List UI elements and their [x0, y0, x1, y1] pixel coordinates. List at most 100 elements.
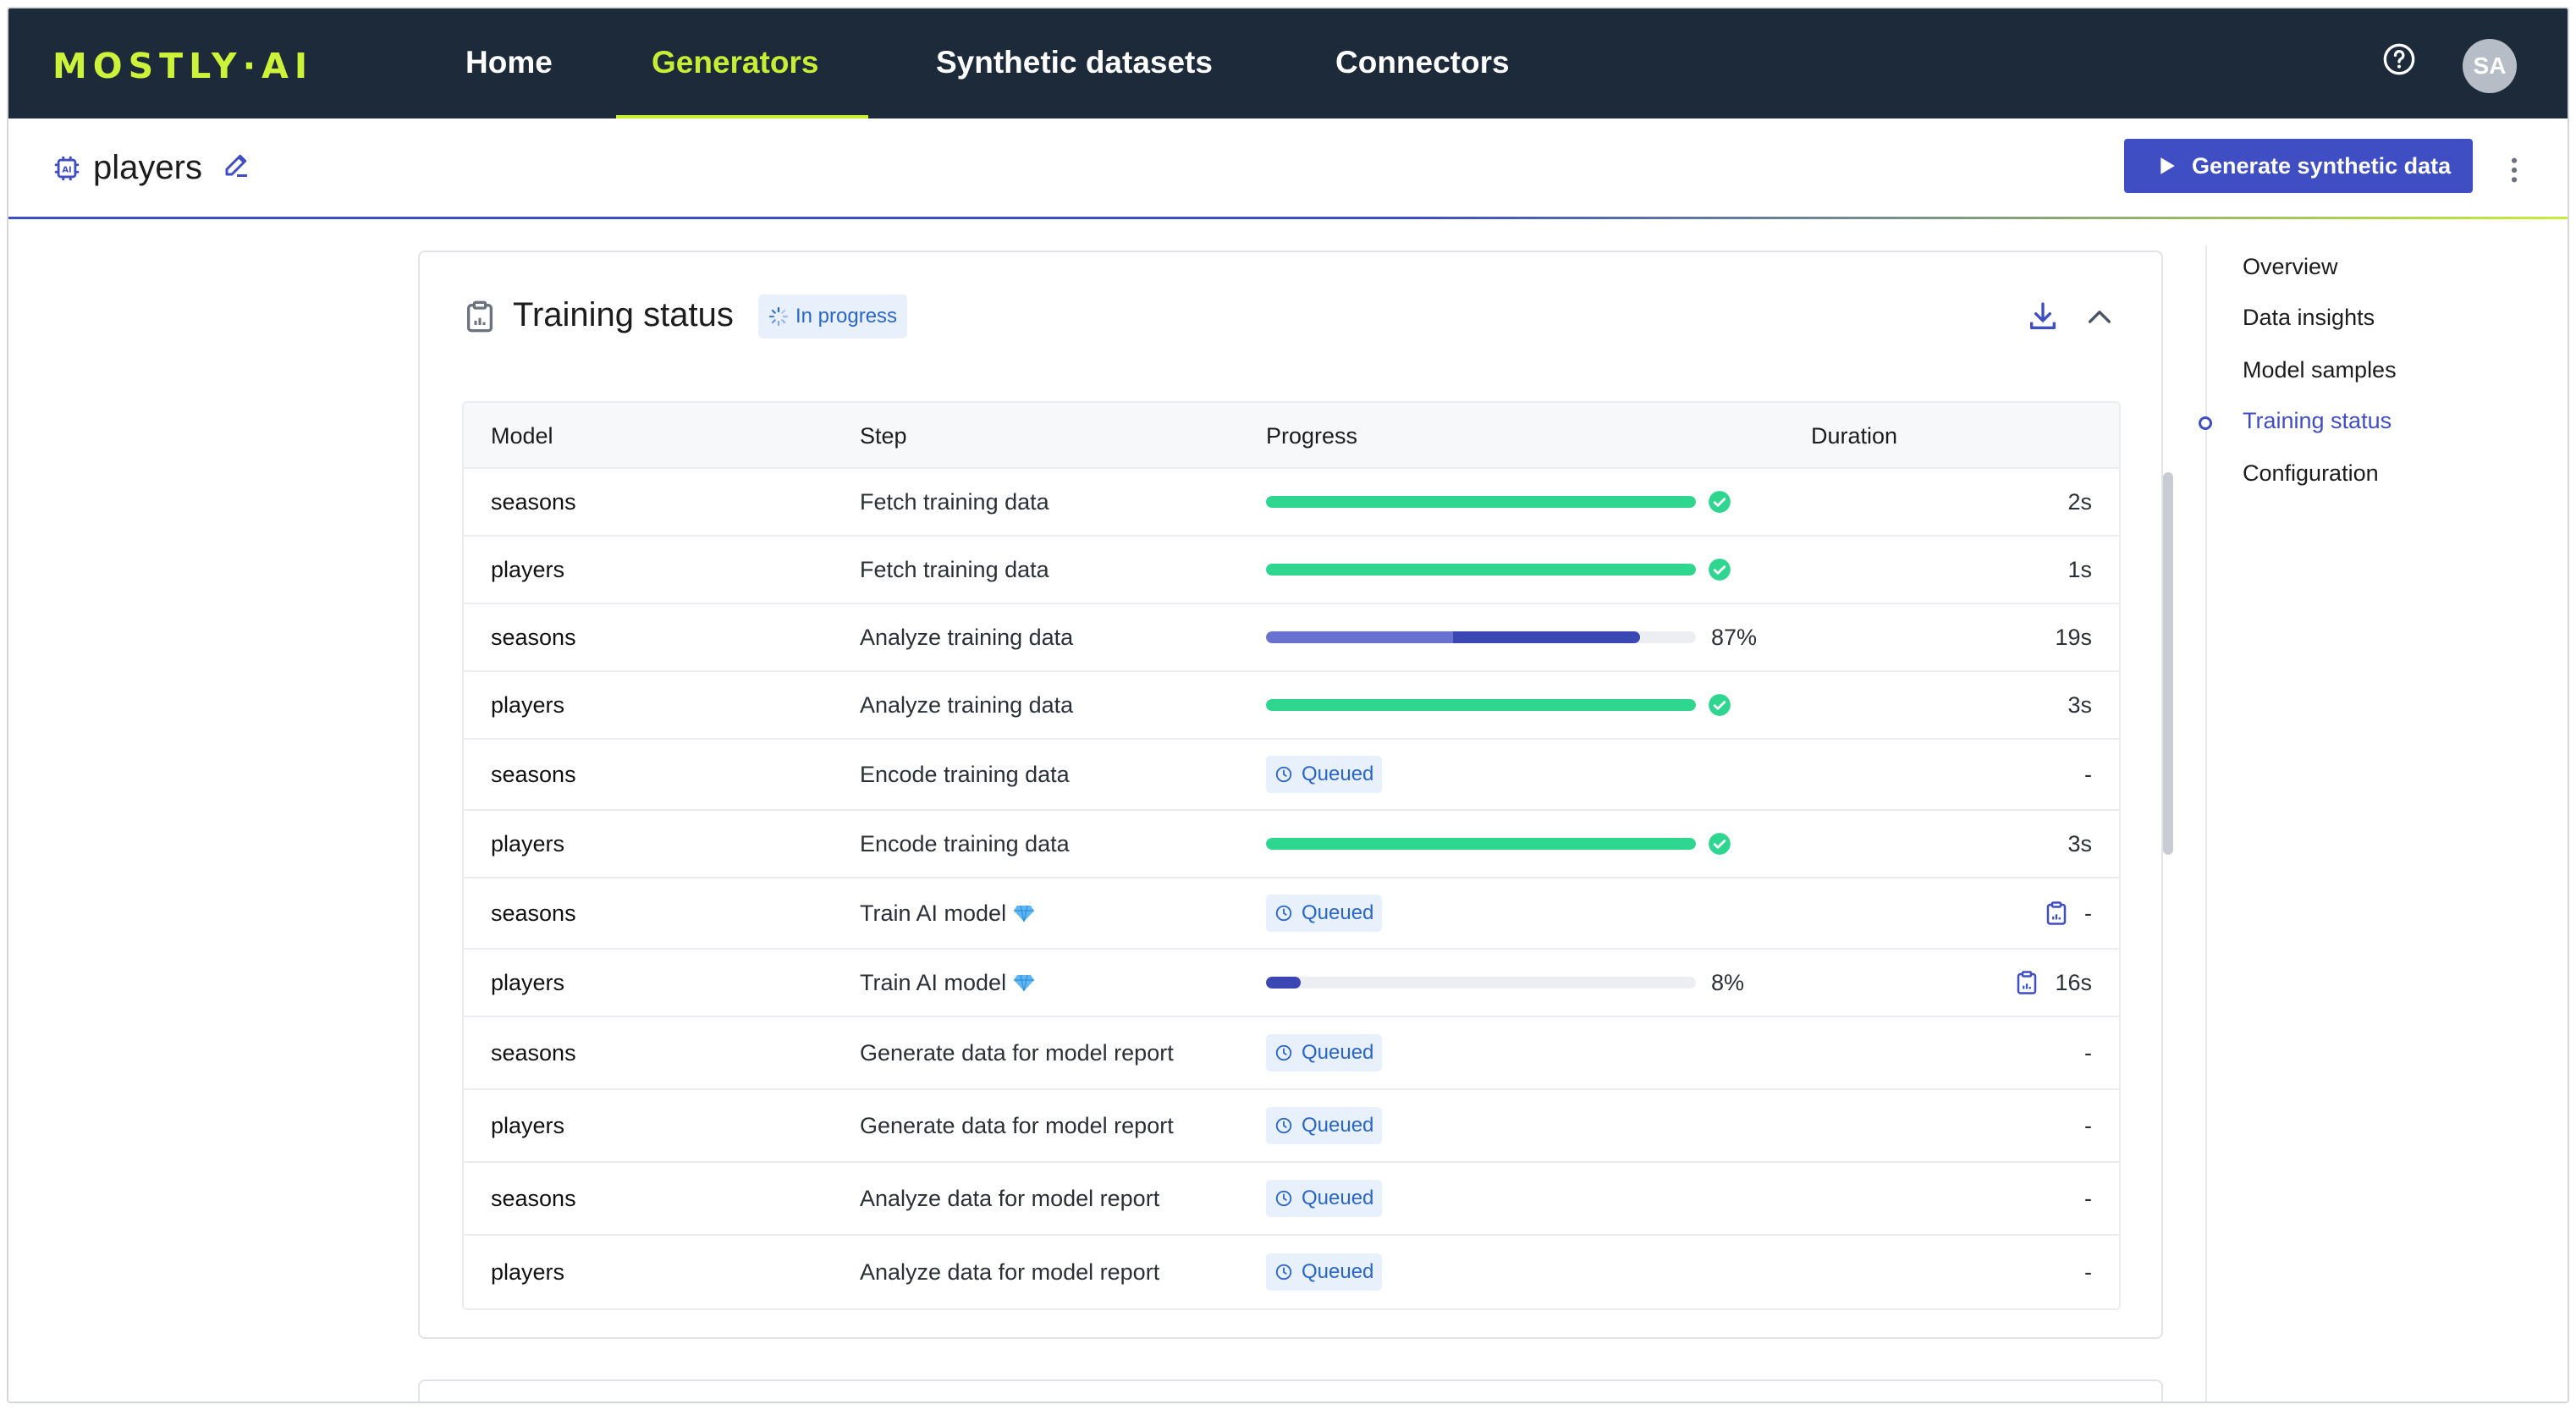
section-nav-model-samples[interactable]: Model samples [2243, 357, 2397, 383]
mostly-ai-logo[interactable]: MOSTLY·AI [52, 46, 313, 86]
step-name: Analyze data for model report [860, 1185, 1160, 1211]
progress-percent: 87% [1711, 624, 1758, 650]
generator-header: AI players Generate synthetic data [8, 118, 2568, 219]
step-name: Generate data for model report [860, 1112, 1174, 1138]
check-circle-icon [1709, 694, 1731, 716]
model-name: seasons [491, 1039, 576, 1066]
clock-icon [1275, 1117, 1292, 1134]
queued-badge: Queued [1266, 1253, 1383, 1291]
table-row: players Fetch training data 1s [464, 537, 2119, 604]
step-cell: Encode training data [860, 811, 1070, 877]
progress-bar-fill [1266, 977, 1301, 989]
duration-value: 3s [2067, 691, 2092, 718]
table-row: seasons Train AI model Queued - [464, 878, 2119, 950]
progress-bar-fill [1266, 496, 1696, 508]
column-header-step: Step [860, 423, 907, 449]
diamond-icon [1014, 974, 1035, 992]
more-options-icon[interactable] [2509, 156, 2519, 185]
model-name: seasons [491, 761, 576, 787]
clock-icon [1275, 1044, 1292, 1061]
step-name: Train AI model [860, 969, 1007, 995]
table-row: seasons Fetch training data 2s [464, 469, 2119, 537]
section-nav-training-status[interactable]: Training status [2243, 408, 2392, 434]
user-avatar[interactable]: SA [2463, 39, 2517, 93]
queued-badge: Queued [1266, 895, 1383, 932]
duration-value: - [2084, 1259, 2092, 1285]
duration-cell: 19s [2055, 604, 2092, 670]
progress-cell [1266, 672, 1731, 738]
table-row: players Train AI model 8% 16s [464, 950, 2119, 1017]
model-name: seasons [491, 1185, 576, 1211]
table-row: seasons Encode training data Queued - [464, 740, 2119, 811]
progress-cell: Queued [1266, 878, 1383, 948]
column-header-model: Model [491, 423, 553, 449]
step-cell: Fetch training data [860, 469, 1049, 535]
help-icon[interactable] [2382, 42, 2416, 76]
section-nav-configuration[interactable]: Configuration [2243, 460, 2379, 487]
header-divider [8, 217, 2568, 219]
column-header-progress: Progress [1266, 423, 1358, 449]
training-status-title: Training status [513, 296, 734, 333]
duration-cell: - [2084, 1017, 2092, 1088]
progress-cell [1266, 469, 1731, 535]
queued-badge: Queued [1266, 756, 1383, 793]
edit-icon[interactable] [222, 149, 252, 179]
model-name: players [491, 830, 565, 856]
section-nav-data-insights[interactable]: Data insights [2243, 305, 2375, 331]
table-row: seasons Analyze training data 87% 19s [464, 604, 2119, 672]
scrollbar[interactable] [2163, 472, 2173, 855]
model-name: players [491, 691, 565, 718]
queued-label: Queued [1302, 763, 1374, 785]
status-badge-label: In progress [795, 305, 898, 328]
check-circle-icon [1709, 491, 1731, 513]
training-status-table: Model Step Progress Duration seasons Fetc… [462, 401, 2121, 1310]
next-section-card [418, 1380, 2163, 1402]
step-cell: Train AI model [860, 878, 1035, 948]
progress-bar-fill [1266, 564, 1696, 576]
step-cell: Generate data for model report [860, 1090, 1174, 1161]
generate-synthetic-data-button[interactable]: Generate synthetic data [2124, 139, 2473, 193]
progress-bar-fill [1266, 699, 1696, 711]
nav-home[interactable]: Home [465, 8, 553, 118]
duration-value: - [2084, 761, 2092, 787]
section-nav-overview[interactable]: Overview [2243, 254, 2338, 280]
progress-cell: Queued [1266, 1163, 1383, 1234]
duration-cell: 3s [2067, 672, 2092, 738]
table-row: players Analyze data for model report Queu… [464, 1236, 2119, 1308]
step-name: Generate data for model report [860, 1039, 1174, 1066]
table-row: seasons Analyze data for model report Queu… [464, 1163, 2119, 1236]
chevron-up-icon[interactable] [2085, 303, 2114, 328]
ai-chip-icon: AI [54, 156, 80, 181]
download-icon[interactable] [2026, 300, 2060, 333]
step-name: Analyze training data [860, 624, 1074, 650]
clock-icon [1275, 766, 1292, 783]
duration-value: 19s [2055, 624, 2092, 650]
duration-cell: - [2045, 878, 2092, 948]
spinner-icon [768, 306, 789, 327]
progress-percent: 8% [1711, 969, 1745, 995]
table-header: Model Step Progress Duration [464, 403, 2119, 469]
step-cell: Fetch training data [860, 537, 1049, 603]
progress-cell: 87% [1266, 604, 1757, 670]
step-cell: Analyze data for model report [860, 1163, 1159, 1234]
model-report-icon[interactable] [2016, 970, 2038, 995]
progress-bar [1266, 496, 1696, 508]
nav-connectors[interactable]: Connectors [1335, 8, 1510, 118]
model-name: players [491, 556, 565, 582]
duration-cell: - [2084, 740, 2092, 809]
progress-cell: Queued [1266, 1236, 1383, 1308]
nav-generators[interactable]: Generators [652, 8, 818, 118]
model-report-icon[interactable] [2045, 901, 2067, 926]
training-status-card: Training status In progress Model Step P… [418, 251, 2163, 1339]
queued-label: Queued [1302, 901, 1374, 924]
step-cell: Encode training data [860, 740, 1070, 809]
progress-cell: Queued [1266, 1090, 1383, 1161]
duration-value: - [2084, 900, 2092, 926]
nav-synthetic-datasets[interactable]: Synthetic datasets [936, 8, 1213, 118]
queued-badge: Queued [1266, 1107, 1383, 1144]
page-title: players [93, 149, 202, 186]
progress-bar [1266, 699, 1696, 711]
step-name: Train AI model [860, 900, 1007, 926]
progress-bar [1266, 564, 1696, 576]
duration-cell: 16s [2016, 950, 2092, 1016]
